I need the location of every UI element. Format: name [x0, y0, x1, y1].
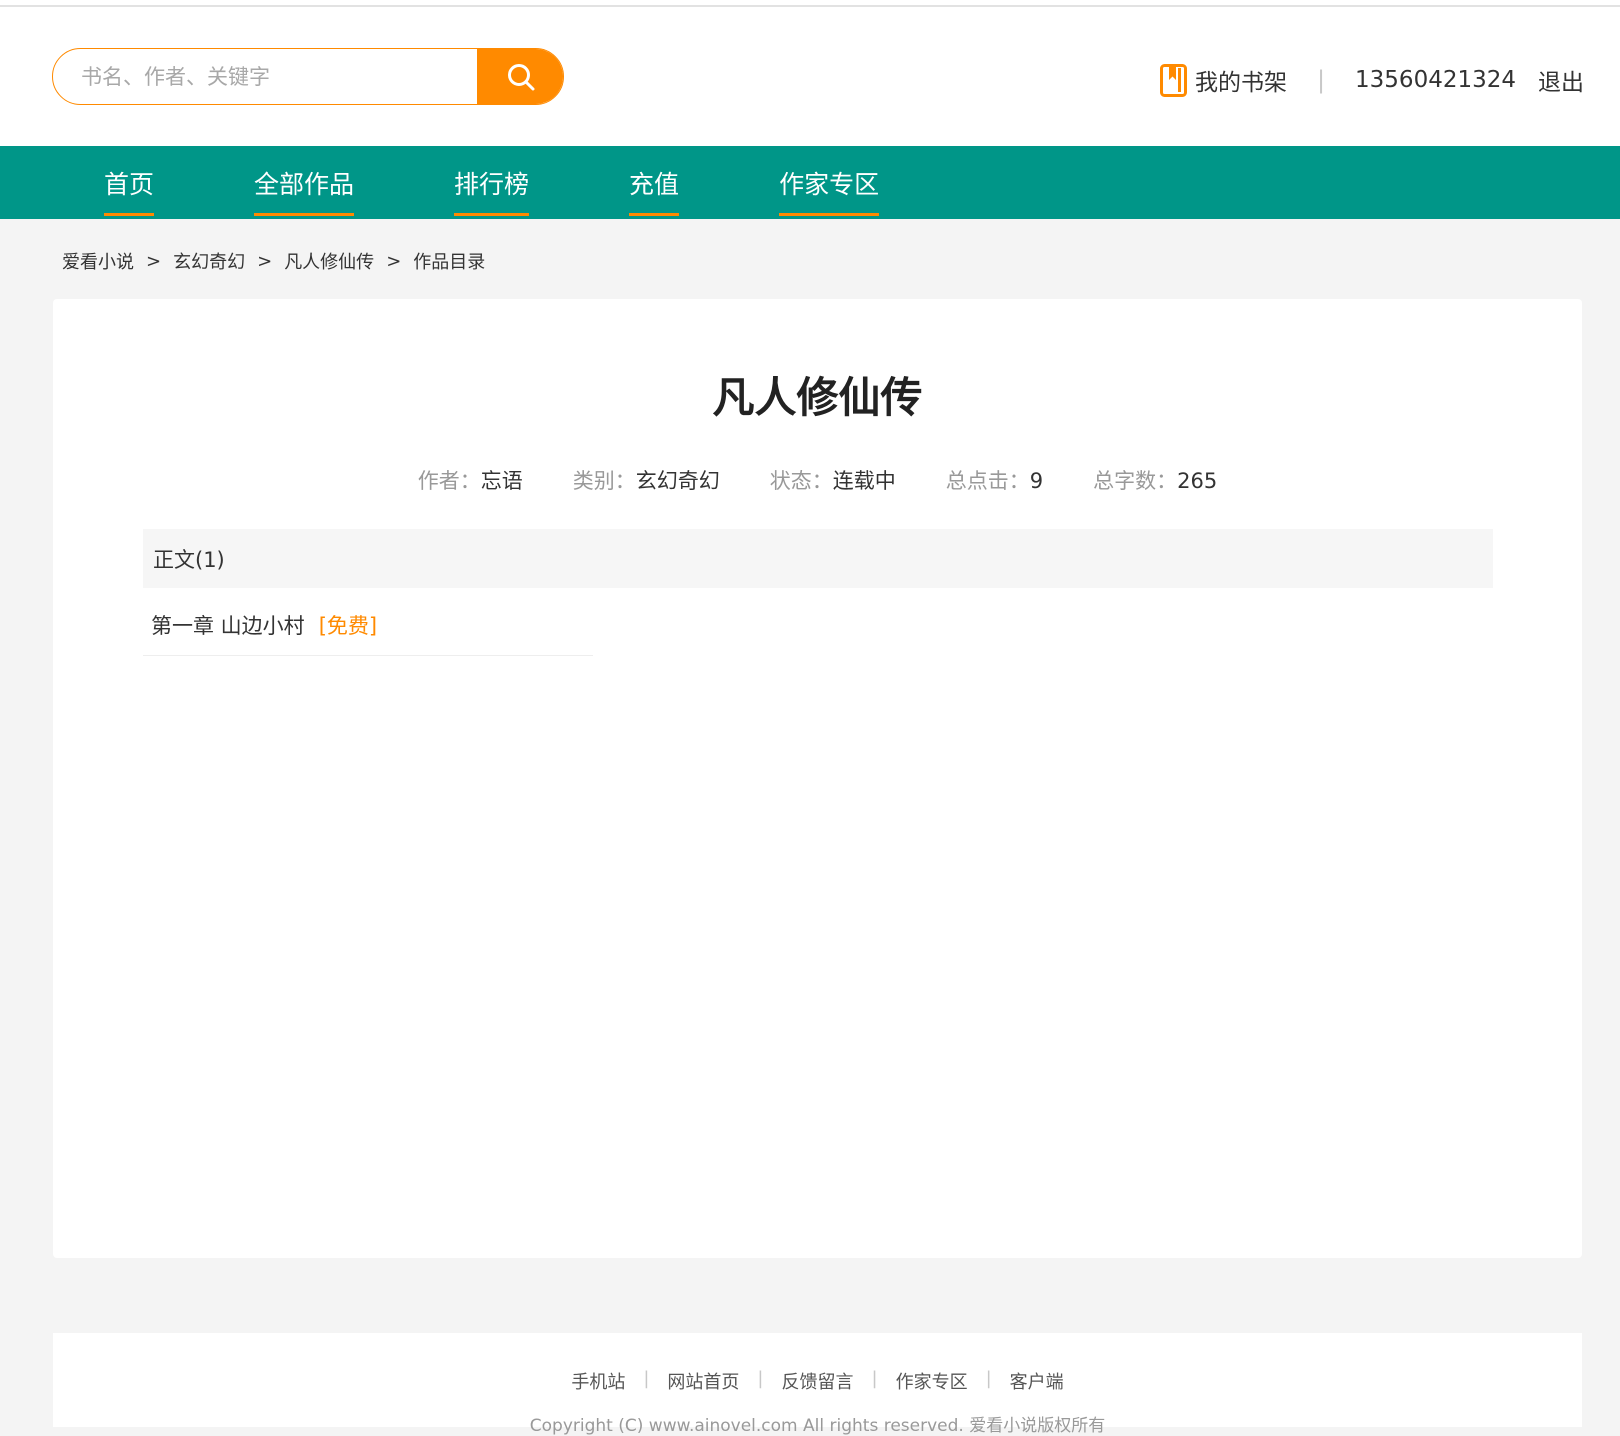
footer-link-home[interactable]: 网站首页 [667, 1368, 739, 1394]
meta-category-value: 玄幻奇幻 [635, 469, 720, 493]
footer-link-author-zone[interactable]: 作家专区 [896, 1368, 968, 1394]
chapter-title[interactable]: 第一章 山边小村 [151, 610, 305, 640]
breadcrumb-category[interactable]: 玄幻奇幻 [173, 248, 245, 274]
nav-ranking[interactable]: 排行榜 [454, 146, 530, 219]
meta-category-label: 类别： [572, 469, 636, 493]
catalog-card: 凡人修仙传 作者：忘语 类别：玄幻奇幻 状态：连载中 总点击：9 总字数：265… [53, 299, 1582, 1258]
search-box [52, 48, 564, 105]
footer-link-mobile[interactable]: 手机站 [571, 1368, 625, 1394]
main-nav: 首页 全部作品 排行榜 充值 作家专区 [0, 146, 1620, 219]
footer-separator: | [757, 1368, 764, 1389]
footer: 手机站 | 网站首页 | 反馈留言 | 作家专区 | 客户端 Copyright… [53, 1333, 1582, 1436]
logout-link[interactable]: 退出 [1538, 63, 1584, 97]
meta-author: 作者：忘语 [418, 465, 523, 495]
meta-clicks: 总点击：9 [946, 465, 1043, 495]
nav-recharge[interactable]: 充值 [629, 146, 680, 219]
book-meta: 作者：忘语 类别：玄幻奇幻 状态：连载中 总点击：9 总字数：265 [53, 465, 1582, 495]
meta-status-value: 连载中 [832, 469, 896, 493]
meta-author-label: 作者： [417, 469, 481, 493]
bookshelf-link[interactable]: 我的书架 [1195, 63, 1287, 97]
meta-category: 类别：玄幻奇幻 [573, 465, 720, 495]
meta-status-label: 状态： [769, 469, 833, 493]
user-area: 我的书架 | 13560421324 退出 [1159, 62, 1584, 98]
footer-separator: | [643, 1368, 650, 1389]
meta-status: 状态：连载中 [770, 465, 896, 495]
nav-author-zone[interactable]: 作家专区 [779, 146, 880, 219]
meta-words-value: 265 [1177, 469, 1218, 493]
user-phone[interactable]: 13560421324 [1355, 67, 1516, 93]
breadcrumb: 爱看小说 > 玄幻奇幻 > 凡人修仙传 > 作品目录 [62, 248, 485, 274]
breadcrumb-home[interactable]: 爱看小说 [62, 248, 134, 274]
search-button[interactable] [477, 49, 563, 104]
meta-clicks-value: 9 [1029, 469, 1044, 493]
bookshelf-icon [1159, 63, 1187, 97]
chapter-free-badge: [免费] [318, 614, 378, 638]
top-border [0, 0, 1620, 7]
breadcrumb-separator: > [257, 250, 273, 272]
meta-words: 总字数：265 [1093, 465, 1217, 495]
book-title: 凡人修仙传 [712, 373, 923, 422]
breadcrumb-separator: > [386, 250, 402, 272]
breadcrumb-book[interactable]: 凡人修仙传 [284, 248, 374, 274]
nav-all-works[interactable]: 全部作品 [254, 146, 355, 219]
header: 我的书架 | 13560421324 退出 [0, 7, 1620, 146]
footer-link-feedback[interactable]: 反馈留言 [782, 1368, 854, 1394]
header-divider: | [1316, 66, 1326, 94]
meta-clicks-label: 总点击： [945, 469, 1030, 493]
footer-link-client[interactable]: 客户端 [1010, 1368, 1064, 1394]
chapter-list: 第一章 山边小村 [免费] [143, 595, 1493, 656]
footer-links: 手机站 | 网站首页 | 反馈留言 | 作家专区 | 客户端 [53, 1368, 1582, 1394]
footer-separator: | [871, 1368, 878, 1389]
nav-home[interactable]: 首页 [104, 146, 155, 219]
meta-author-value: 忘语 [480, 469, 523, 493]
volume-header: 正文(1) [143, 529, 1493, 588]
copyright: Copyright (C) www.ainovel.com All rights… [529, 1416, 1106, 1436]
search-input[interactable] [53, 49, 478, 104]
chapter-item[interactable]: 第一章 山边小村 [免费] [143, 595, 593, 656]
meta-words-label: 总字数： [1093, 469, 1178, 493]
breadcrumb-separator: > [146, 250, 162, 272]
footer-separator: | [985, 1368, 992, 1389]
breadcrumb-current: 作品目录 [413, 252, 486, 273]
search-icon [507, 63, 534, 90]
